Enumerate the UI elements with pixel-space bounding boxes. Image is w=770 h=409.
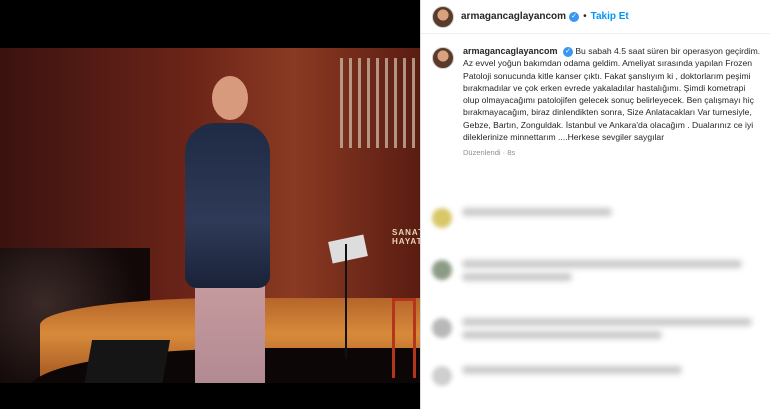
performer-head	[212, 76, 248, 120]
blurred-line	[462, 366, 682, 374]
wall-sign: SANAT HAYAT	[392, 228, 420, 246]
blurred-line	[462, 260, 742, 268]
separator: •	[583, 11, 587, 22]
post-side-panel: armagancaglayancom ✓ • Takip Et armaganc…	[420, 0, 770, 409]
edited-timestamp: Düzenlendi · 8s	[463, 148, 516, 158]
music-stand	[345, 244, 347, 359]
comment-blurred	[432, 260, 742, 286]
comment-avatar	[432, 366, 452, 386]
blurred-line	[462, 318, 752, 326]
verified-badge-icon: ✓	[562, 46, 573, 57]
comment-blurred	[432, 366, 682, 386]
blurred-line	[462, 208, 612, 216]
follow-button[interactable]: Takip Et	[591, 11, 629, 22]
header-username[interactable]: armagancaglayancom	[461, 11, 566, 22]
caption-avatar[interactable]	[432, 47, 454, 69]
performer-body	[185, 123, 270, 288]
blurred-line	[462, 273, 572, 281]
post-caption: armagancaglayancom ✓ Bu sabah 4.5 saat s…	[432, 45, 762, 160]
stool	[392, 298, 416, 378]
comment-blurred	[432, 318, 752, 344]
post-header: armagancaglayancom ✓ • Takip Et	[421, 0, 770, 34]
comment-blurred	[432, 208, 612, 228]
comment-avatar	[432, 260, 452, 280]
performer-legs	[195, 276, 265, 383]
wall-decoration	[340, 58, 415, 148]
verified-badge-icon: ✓	[569, 11, 580, 22]
comment-avatar	[432, 208, 452, 228]
caption-username[interactable]: armagancaglayancom	[463, 46, 558, 56]
post-photo[interactable]: SANAT HAYAT	[0, 48, 420, 383]
post-media-pane: SANAT HAYAT	[0, 0, 420, 409]
comment-avatar	[432, 318, 452, 338]
avatar[interactable]	[432, 5, 454, 28]
caption-text-block: armagancaglayancom ✓ Bu sabah 4.5 saat s…	[463, 45, 762, 160]
caption-body: Bu sabah 4.5 saat süren bir operasyon ge…	[463, 46, 761, 143]
blurred-line	[462, 331, 662, 339]
stage-speaker	[83, 340, 171, 383]
